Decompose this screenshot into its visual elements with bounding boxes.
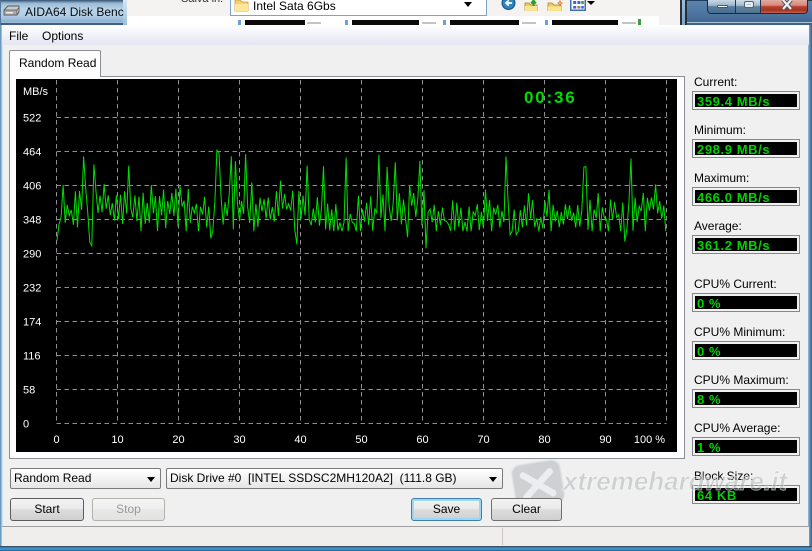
svg-text:00:36: 00:36 xyxy=(524,88,576,107)
svg-text:100 %: 100 % xyxy=(634,434,665,446)
svg-text:10: 10 xyxy=(111,434,123,446)
svg-text:232: 232 xyxy=(23,283,41,295)
svg-text:0: 0 xyxy=(23,419,29,431)
svg-text:50: 50 xyxy=(355,434,367,446)
svg-text:60: 60 xyxy=(416,434,428,446)
svg-text:58: 58 xyxy=(23,385,35,397)
svg-text:MB/s: MB/s xyxy=(23,86,49,98)
svg-text:90: 90 xyxy=(599,434,611,446)
svg-text:290: 290 xyxy=(23,249,41,261)
svg-text:406: 406 xyxy=(23,181,41,193)
svg-text:464: 464 xyxy=(23,147,41,159)
svg-text:0: 0 xyxy=(53,434,59,446)
svg-text:348: 348 xyxy=(23,215,41,227)
svg-text:116: 116 xyxy=(23,351,41,363)
svg-text:40: 40 xyxy=(294,434,306,446)
svg-text:30: 30 xyxy=(233,434,245,446)
svg-text:80: 80 xyxy=(538,434,550,446)
svg-text:20: 20 xyxy=(172,434,184,446)
svg-text:522: 522 xyxy=(23,113,41,125)
svg-text:70: 70 xyxy=(477,434,489,446)
svg-text:174: 174 xyxy=(23,317,41,329)
